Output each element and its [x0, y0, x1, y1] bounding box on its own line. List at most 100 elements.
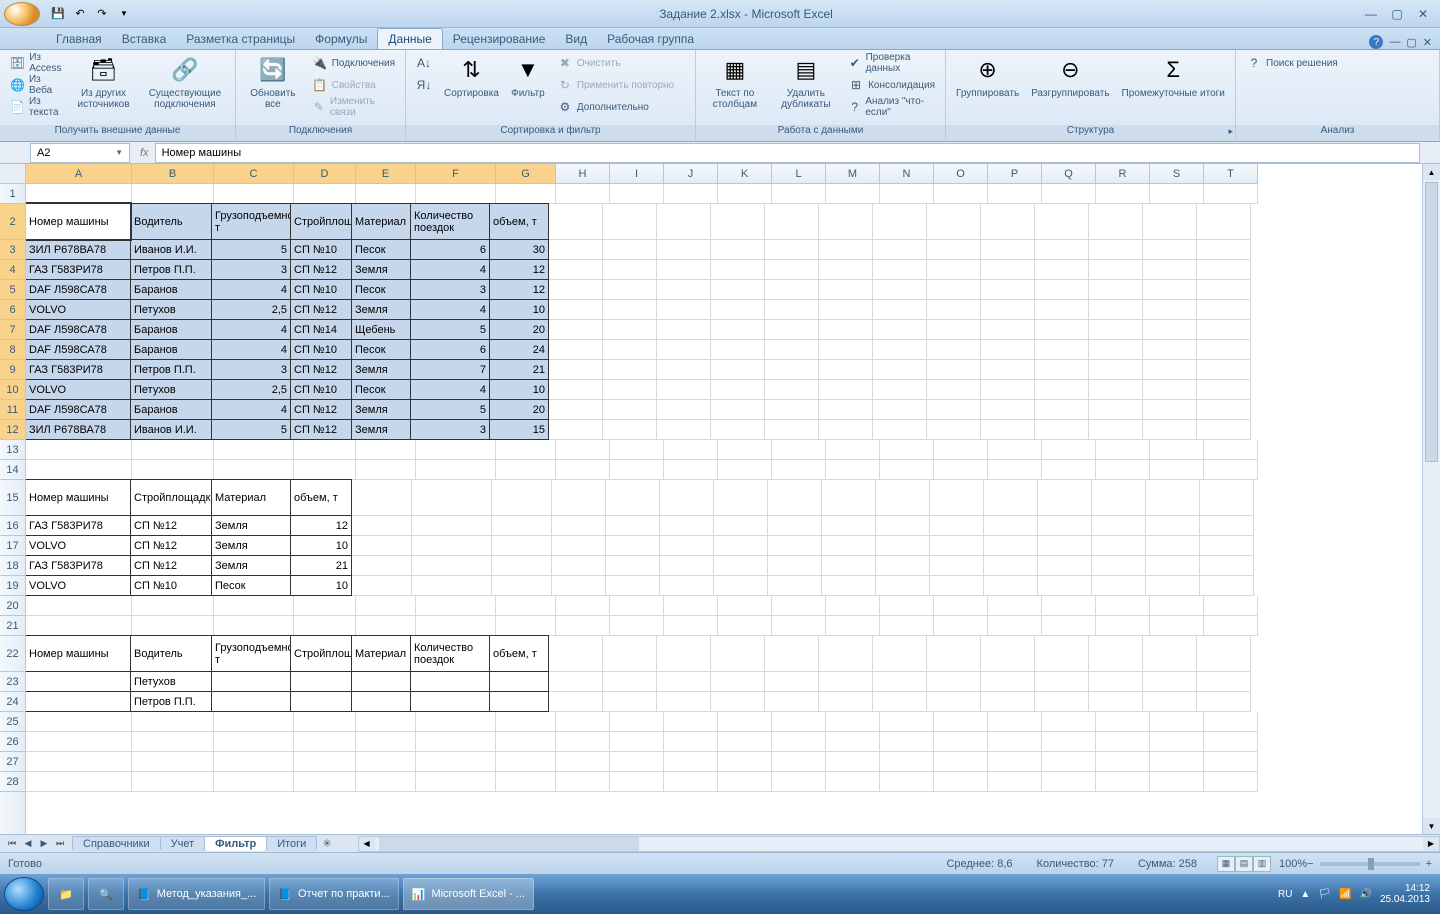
- cell-Q8[interactable]: [1035, 340, 1089, 360]
- cell-R7[interactable]: [1089, 320, 1143, 340]
- cell-D2[interactable]: Стройплощадка: [290, 203, 352, 240]
- cell-O13[interactable]: [934, 440, 988, 460]
- cell-O11[interactable]: [927, 400, 981, 420]
- cell-A11[interactable]: DAF Л598СА78: [26, 399, 131, 420]
- col-header-E[interactable]: E: [356, 164, 416, 183]
- cell-K13[interactable]: [718, 440, 772, 460]
- cell-B12[interactable]: Иванов И.И.: [130, 419, 212, 440]
- namebox-dropdown-icon[interactable]: ▼: [115, 148, 123, 157]
- cell-R19[interactable]: [1092, 576, 1146, 596]
- clock[interactable]: 14:12 25.04.2013: [1380, 883, 1430, 905]
- cell-P3[interactable]: [981, 240, 1035, 260]
- cell-A9[interactable]: ГАЗ Г583РИ78: [26, 359, 131, 380]
- cell-E21[interactable]: [356, 616, 416, 636]
- cell-C11[interactable]: 4: [211, 399, 291, 420]
- cell-H14[interactable]: [556, 460, 610, 480]
- cell-T21[interactable]: [1204, 616, 1258, 636]
- cell-B21[interactable]: [132, 616, 214, 636]
- cell-B8[interactable]: Баранов: [130, 339, 212, 360]
- reapply-button[interactable]: ↻Применить повторно: [553, 74, 678, 96]
- cell-O16[interactable]: [930, 516, 984, 536]
- cell-E16[interactable]: [352, 516, 412, 536]
- cell-R27[interactable]: [1096, 752, 1150, 772]
- cell-T27[interactable]: [1204, 752, 1258, 772]
- cell-S12[interactable]: [1143, 420, 1197, 440]
- sheet-prev-icon[interactable]: ◀: [20, 838, 36, 849]
- cell-J15[interactable]: [660, 480, 714, 516]
- cell-G24[interactable]: [489, 691, 549, 712]
- cell-J19[interactable]: [660, 576, 714, 596]
- vscroll-thumb[interactable]: [1425, 182, 1438, 462]
- scroll-up-icon[interactable]: ▲: [1423, 164, 1440, 180]
- cell-E5[interactable]: Песок: [351, 279, 411, 300]
- cell-P4[interactable]: [981, 260, 1035, 280]
- cell-J11[interactable]: [657, 400, 711, 420]
- row-header-15[interactable]: 15: [0, 480, 25, 516]
- cell-N10[interactable]: [873, 380, 927, 400]
- cell-S20[interactable]: [1150, 596, 1204, 616]
- cell-C22[interactable]: Грузоподъемность, т: [211, 635, 291, 672]
- from-web-button[interactable]: 🌐Из Веба: [6, 74, 66, 96]
- existing-connections-button[interactable]: 🔗Существующие подключения: [141, 52, 229, 112]
- cell-D18[interactable]: 21: [290, 555, 352, 576]
- sort-az-button[interactable]: A↓: [412, 52, 436, 74]
- cell-C8[interactable]: 4: [211, 339, 291, 360]
- page-break-view-icon[interactable]: ▥: [1253, 856, 1271, 872]
- cell-Q3[interactable]: [1035, 240, 1089, 260]
- cell-K18[interactable]: [714, 556, 768, 576]
- cell-Q9[interactable]: [1035, 360, 1089, 380]
- cell-K20[interactable]: [718, 596, 772, 616]
- cell-B24[interactable]: Петров П.П.: [130, 691, 212, 712]
- cell-L12[interactable]: [765, 420, 819, 440]
- cell-B7[interactable]: Баранов: [130, 319, 212, 340]
- cell-G19[interactable]: [492, 576, 552, 596]
- cell-P6[interactable]: [981, 300, 1035, 320]
- zoom-out-icon[interactable]: −: [1307, 858, 1313, 870]
- cell-K14[interactable]: [718, 460, 772, 480]
- cell-A2[interactable]: Номер машины: [26, 203, 131, 240]
- cell-N26[interactable]: [880, 732, 934, 752]
- cell-Q18[interactable]: [1038, 556, 1092, 576]
- cell-P17[interactable]: [984, 536, 1038, 556]
- cell-J18[interactable]: [660, 556, 714, 576]
- cell-P5[interactable]: [981, 280, 1035, 300]
- cell-G2[interactable]: объем, т: [489, 203, 549, 240]
- cell-I20[interactable]: [610, 596, 664, 616]
- cell-Q24[interactable]: [1035, 692, 1089, 712]
- cell-P22[interactable]: [981, 636, 1035, 672]
- cell-N6[interactable]: [873, 300, 927, 320]
- cell-L7[interactable]: [765, 320, 819, 340]
- row-header-22[interactable]: 22: [0, 636, 25, 672]
- cell-L2[interactable]: [765, 204, 819, 240]
- cell-G10[interactable]: 10: [489, 379, 549, 400]
- horizontal-scrollbar[interactable]: ◀ ▶: [358, 836, 1440, 852]
- cell-T14[interactable]: [1204, 460, 1258, 480]
- cell-I14[interactable]: [610, 460, 664, 480]
- cell-J13[interactable]: [664, 440, 718, 460]
- cell-H18[interactable]: [552, 556, 606, 576]
- row-header-28[interactable]: 28: [0, 772, 25, 792]
- cell-D24[interactable]: [290, 691, 352, 712]
- cell-E1[interactable]: [356, 184, 416, 204]
- cell-O24[interactable]: [927, 692, 981, 712]
- cell-O12[interactable]: [927, 420, 981, 440]
- cell-G23[interactable]: [489, 671, 549, 692]
- row-header-4[interactable]: 4: [0, 260, 25, 280]
- cell-J3[interactable]: [657, 240, 711, 260]
- cell-O25[interactable]: [934, 712, 988, 732]
- cell-B18[interactable]: СП №12: [130, 555, 212, 576]
- cell-N20[interactable]: [880, 596, 934, 616]
- cell-G26[interactable]: [496, 732, 556, 752]
- col-header-K[interactable]: K: [718, 164, 772, 183]
- cell-G21[interactable]: [496, 616, 556, 636]
- cell-B27[interactable]: [132, 752, 214, 772]
- cell-S4[interactable]: [1143, 260, 1197, 280]
- normal-view-icon[interactable]: ▦: [1217, 856, 1235, 872]
- cell-B6[interactable]: Петухов: [130, 299, 212, 320]
- cell-C23[interactable]: [211, 671, 291, 692]
- cell-I3[interactable]: [603, 240, 657, 260]
- cell-G12[interactable]: 15: [489, 419, 549, 440]
- ungroup-button[interactable]: ⊖Разгруппировать: [1027, 52, 1113, 101]
- cell-T16[interactable]: [1200, 516, 1254, 536]
- cell-C7[interactable]: 4: [211, 319, 291, 340]
